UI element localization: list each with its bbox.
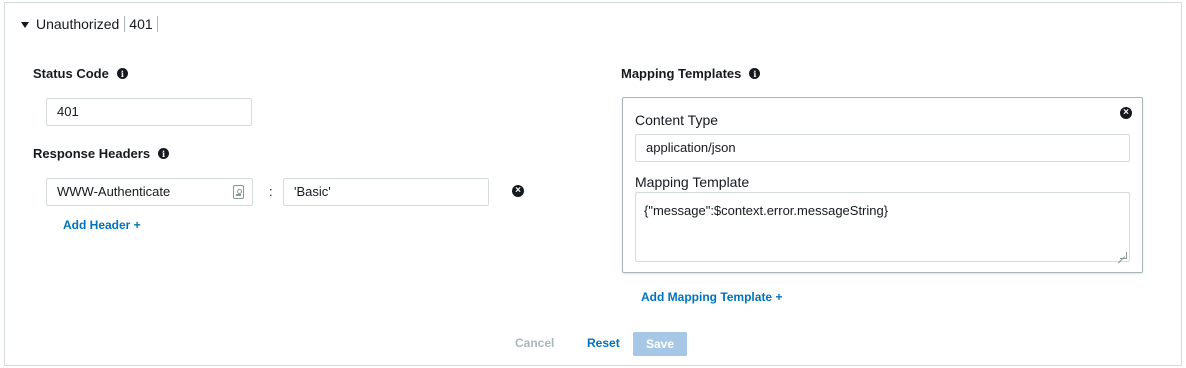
mapping-templates-label: Mapping Templates i	[621, 66, 761, 81]
content-type-label: Content Type	[635, 112, 719, 128]
info-icon[interactable]: i	[749, 68, 761, 79]
resize-handle-icon[interactable]	[1120, 252, 1127, 259]
remove-template-icon[interactable]: ×	[1120, 107, 1132, 119]
header-value-input[interactable]: 'Basic'	[283, 178, 489, 206]
save-button[interactable]: Save	[633, 332, 687, 356]
reset-button[interactable]: Reset	[587, 336, 620, 350]
add-mapping-template-button[interactable]: Add Mapping Template +	[641, 290, 782, 304]
mapping-template-card: × Content Type application/json Mapping …	[622, 97, 1143, 273]
add-header-button[interactable]: Add Header +	[63, 218, 141, 232]
content-type-input[interactable]: application/json	[635, 134, 1130, 162]
caret-down-icon[interactable]	[21, 21, 29, 28]
mapping-template-text: {"message":$context.error.messageString}	[644, 203, 889, 218]
response-header-toggle[interactable]: Unauthorized 401	[21, 16, 158, 32]
remove-header-icon[interactable]: ×	[512, 185, 524, 197]
cancel-button[interactable]: Cancel	[515, 336, 554, 350]
header-name-value: WWW-Authenticate	[57, 184, 171, 199]
response-headers-label-text: Response Headers	[33, 146, 151, 161]
contacts-icon[interactable]	[233, 185, 244, 199]
info-icon[interactable]: i	[116, 68, 128, 79]
response-panel: Unauthorized 401 Status Code i 401 Respo…	[4, 2, 1182, 366]
status-code-input[interactable]: 401	[46, 98, 252, 126]
status-code-label: Status Code i	[33, 66, 128, 81]
mapping-template-label: Mapping Template	[635, 174, 750, 190]
mapping-templates-label-text: Mapping Templates	[621, 66, 742, 81]
status-code-label-text: Status Code	[33, 66, 109, 81]
response-headers-label: Response Headers i	[33, 146, 170, 161]
response-code-badge: 401	[124, 16, 158, 32]
header-name-input[interactable]: WWW-Authenticate	[46, 178, 253, 206]
info-icon[interactable]: i	[158, 148, 170, 159]
response-title: Unauthorized	[36, 16, 120, 32]
header-separator: :	[269, 184, 273, 199]
mapping-template-textarea[interactable]: {"message":$context.error.messageString}	[635, 192, 1130, 262]
